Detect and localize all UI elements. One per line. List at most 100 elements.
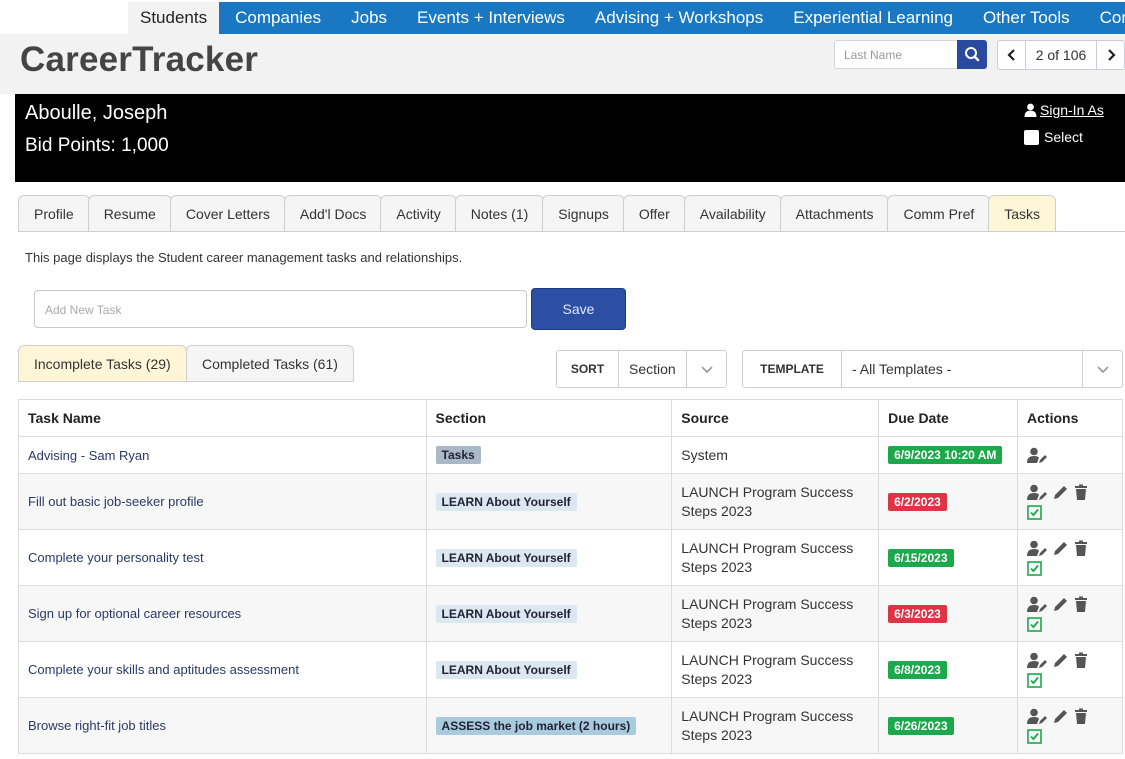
record-count: 2 of 106 bbox=[1035, 47, 1087, 63]
pencil-icon[interactable] bbox=[1052, 484, 1070, 501]
section-badge: LEARN About Yourself bbox=[435, 660, 577, 679]
task-source: LAUNCH Program Success bbox=[681, 651, 854, 668]
template-label: TEMPLATE bbox=[743, 351, 842, 387]
table-row: Browse right-fit job titles ASSESS the j… bbox=[18, 697, 1123, 754]
column-header-task-name[interactable]: Task Name bbox=[18, 399, 427, 437]
trash-icon[interactable] bbox=[1073, 484, 1089, 501]
tab-offer[interactable]: Offer bbox=[622, 195, 686, 232]
column-header-actions: Actions bbox=[1017, 399, 1123, 437]
due-date-badge: 6/26/2023 bbox=[888, 716, 954, 735]
tabs-divider bbox=[18, 231, 1125, 232]
nav-students[interactable]: Students bbox=[128, 2, 220, 34]
template-select[interactable]: TEMPLATE - All Templates - bbox=[742, 350, 1123, 388]
tab-notes[interactable]: Notes (1) bbox=[454, 195, 545, 232]
student-banner: Aboulle, Joseph Bid Points: 1,000 Sign-I… bbox=[15, 94, 1125, 182]
sort-label: SORT bbox=[557, 351, 619, 387]
due-date-badge: 6/9/2023 10:20 AM bbox=[888, 446, 1003, 464]
trash-icon[interactable] bbox=[1073, 596, 1089, 613]
table-row: Advising - Sam Ryan Tasks System 6/9/202… bbox=[18, 436, 1123, 474]
assign-user-icon[interactable] bbox=[1027, 596, 1048, 613]
top-navigation: Students Companies Jobs Events + Interviews… bbox=[0, 0, 1125, 34]
completed-tasks-tab[interactable]: Completed Tasks (61) bbox=[186, 345, 354, 382]
trash-icon[interactable] bbox=[1073, 540, 1089, 557]
check-square-icon[interactable] bbox=[1027, 672, 1042, 688]
section-badge: ASSESS the job market (2 hours) bbox=[435, 716, 637, 735]
pencil-icon[interactable] bbox=[1052, 708, 1070, 725]
search-button[interactable] bbox=[957, 40, 987, 69]
last-name-search-input[interactable]: Last Name bbox=[834, 40, 958, 69]
tab-activity[interactable]: Activity bbox=[380, 195, 457, 232]
sign-in-as-link[interactable]: Sign-In As bbox=[1024, 102, 1104, 118]
bid-points: Bid Points: 1,000 bbox=[25, 135, 169, 156]
check-square-icon[interactable] bbox=[1027, 504, 1042, 520]
nav-configuration[interactable]: Configu bbox=[1084, 2, 1125, 34]
tab-attachments[interactable]: Attachments bbox=[779, 195, 890, 232]
select-label: Select bbox=[1044, 129, 1083, 145]
sort-dropdown-button[interactable] bbox=[686, 351, 726, 387]
check-square-icon[interactable] bbox=[1027, 616, 1042, 632]
record-pager: 2 of 106 bbox=[997, 40, 1125, 70]
section-badge: LEARN About Yourself bbox=[435, 604, 577, 623]
task-name[interactable]: Sign up for optional career resources bbox=[28, 606, 241, 621]
tab-addl-docs[interactable]: Add'l Docs bbox=[283, 195, 383, 232]
tasks-table: Task Name Section Source Due Date Action… bbox=[18, 399, 1123, 754]
tab-cover-letters[interactable]: Cover Letters bbox=[169, 195, 286, 232]
save-button[interactable]: Save bbox=[531, 288, 626, 330]
incomplete-tasks-tab[interactable]: Incomplete Tasks (29) bbox=[18, 345, 187, 382]
column-header-section[interactable]: Section bbox=[425, 399, 673, 437]
tab-availability[interactable]: Availability bbox=[683, 195, 782, 232]
task-source: LAUNCH Program Success bbox=[681, 595, 854, 612]
due-date-badge: 6/8/2023 bbox=[888, 660, 947, 679]
tab-comm-pref[interactable]: Comm Pref bbox=[887, 195, 991, 232]
nav-other-tools[interactable]: Other Tools bbox=[967, 2, 1084, 34]
select-checkbox-wrap[interactable]: Select bbox=[1024, 129, 1083, 145]
tab-tasks[interactable]: Tasks bbox=[988, 195, 1057, 232]
task-name[interactable]: Advising - Sam Ryan bbox=[28, 448, 149, 463]
table-row: Complete your skills and aptitudes asses… bbox=[18, 641, 1123, 698]
tab-signups[interactable]: Signups bbox=[542, 195, 625, 232]
nav-advising-workshops[interactable]: Advising + Workshops bbox=[579, 2, 777, 34]
task-name[interactable]: Fill out basic job-seeker profile bbox=[28, 494, 204, 509]
trash-icon[interactable] bbox=[1073, 652, 1089, 669]
task-source-continued: Steps 2023 bbox=[681, 670, 753, 687]
task-source: LAUNCH Program Success bbox=[681, 539, 854, 556]
nav-bar: Students Companies Jobs Events + Interviews… bbox=[128, 2, 1125, 34]
task-name[interactable]: Complete your skills and aptitudes asses… bbox=[28, 662, 299, 677]
assign-user-icon[interactable] bbox=[1027, 447, 1048, 464]
pencil-icon[interactable] bbox=[1052, 652, 1070, 669]
chevron-right-icon bbox=[1108, 49, 1116, 61]
assign-user-icon[interactable] bbox=[1027, 708, 1048, 725]
table-row: Complete your personality test LEARN Abo… bbox=[18, 529, 1123, 586]
pencil-icon[interactable] bbox=[1052, 596, 1070, 613]
trash-icon[interactable] bbox=[1073, 708, 1089, 725]
column-header-source[interactable]: Source bbox=[671, 399, 880, 437]
nav-jobs[interactable]: Jobs bbox=[335, 2, 401, 34]
column-header-due-date[interactable]: Due Date bbox=[878, 399, 1019, 437]
due-date-badge: 6/3/2023 bbox=[888, 604, 947, 623]
previous-record-button[interactable] bbox=[998, 41, 1026, 69]
template-dropdown-button[interactable] bbox=[1082, 351, 1122, 387]
tab-resume[interactable]: Resume bbox=[87, 195, 172, 232]
check-square-icon[interactable] bbox=[1027, 560, 1042, 576]
task-name[interactable]: Browse right-fit job titles bbox=[28, 718, 166, 733]
task-source-continued: Steps 2023 bbox=[681, 502, 753, 519]
task-source-continued: Steps 2023 bbox=[681, 558, 753, 575]
nav-experiential-learning[interactable]: Experiential Learning bbox=[777, 2, 967, 34]
student-tabs: Profile Resume Cover Letters Add'l Docs Acti… bbox=[18, 195, 1057, 232]
chevron-down-icon bbox=[701, 366, 713, 374]
assign-user-icon[interactable] bbox=[1027, 484, 1048, 501]
nav-events-interviews[interactable]: Events + Interviews bbox=[401, 2, 579, 34]
nav-companies[interactable]: Companies bbox=[219, 2, 335, 34]
pencil-icon[interactable] bbox=[1052, 540, 1070, 557]
add-new-task-input[interactable]: Add New Task bbox=[34, 290, 527, 328]
select-checkbox[interactable] bbox=[1024, 130, 1039, 145]
assign-user-icon[interactable] bbox=[1027, 540, 1048, 557]
task-name[interactable]: Complete your personality test bbox=[28, 550, 204, 565]
check-square-icon[interactable] bbox=[1027, 728, 1042, 744]
sort-value: Section bbox=[629, 361, 676, 377]
assign-user-icon[interactable] bbox=[1027, 652, 1048, 669]
next-record-button[interactable] bbox=[1096, 41, 1124, 69]
table-header-row: Task Name Section Source Due Date Action… bbox=[18, 399, 1123, 437]
sort-select[interactable]: SORT Section bbox=[556, 350, 727, 388]
tab-profile[interactable]: Profile bbox=[18, 195, 90, 232]
